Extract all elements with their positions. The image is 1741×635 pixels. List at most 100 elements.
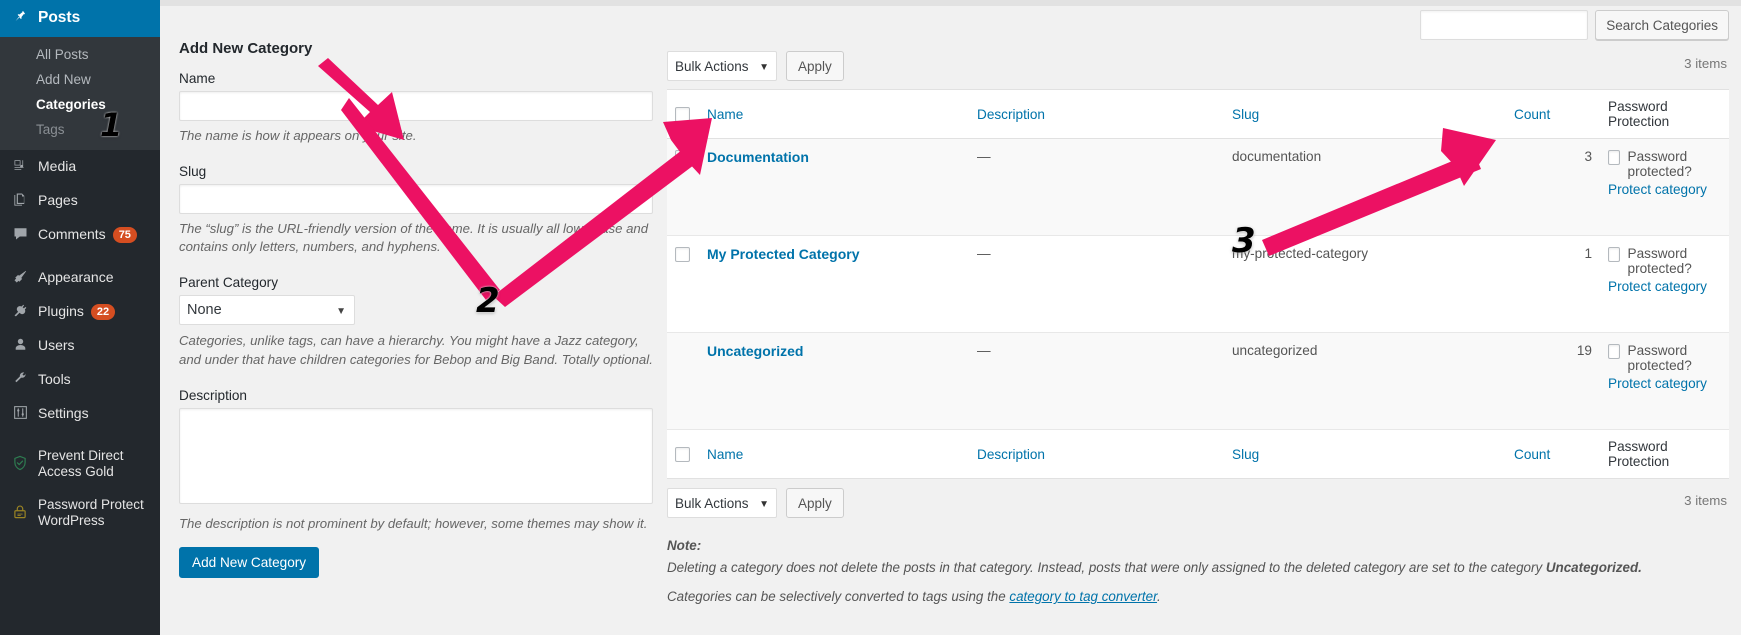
password-protected-row: Password protected? — [1608, 149, 1721, 179]
sidebar-item-password-protect-wordpress[interactable]: Password Protect WordPress — [0, 489, 160, 538]
row-description-cell: — — [969, 138, 1224, 236]
password-protected-checkbox[interactable] — [1608, 344, 1620, 359]
password-protected-checkbox[interactable] — [1608, 150, 1620, 165]
sidebar-item-label: Appearance — [38, 269, 114, 286]
note-line-2: Categories can be selectively converted … — [667, 587, 1729, 607]
apply-button-bottom[interactable]: Apply — [786, 488, 844, 518]
top-bar — [160, 0, 1741, 6]
row-name-cell: Uncategorized — [699, 332, 969, 430]
sidebar-item-tools[interactable]: Tools — [0, 363, 160, 397]
column-footer-name[interactable]: Name — [699, 429, 969, 479]
table-header-row: Name Description Slug Count Password Pro… — [667, 89, 1729, 139]
slug-help-text: The “slug” is the URL-friendly version o… — [179, 220, 649, 255]
parent-category-label: Parent Category — [179, 275, 278, 291]
search-categories-button[interactable]: Search Categories — [1595, 10, 1729, 40]
category-to-tag-converter-link[interactable]: category to tag converter — [1009, 589, 1157, 604]
sidebar-item-posts[interactable]: Posts — [0, 0, 168, 37]
tablenav-bottom: Bulk Actions ▼ Apply 3 items — [667, 486, 1729, 520]
sidebar-item-media[interactable]: Media — [0, 150, 160, 184]
row-slug-cell: documentation — [1224, 138, 1506, 236]
sidebar-item-label: Comments — [38, 226, 106, 243]
sidebar-subitem-add-new[interactable]: Add New — [0, 67, 160, 92]
row-count-cell[interactable]: 1 — [1506, 235, 1600, 333]
column-footer-description[interactable]: Description — [969, 429, 1224, 479]
sidebar-item-label: Tools — [38, 371, 71, 388]
table-body: Documentation — documentation 3 Password… — [667, 138, 1729, 430]
pages-icon — [9, 192, 31, 210]
sidebar-subitem-all-posts[interactable]: All Posts — [0, 42, 160, 67]
select-all-checkbox[interactable] — [675, 107, 690, 122]
sidebar-subitem-categories[interactable]: Categories — [0, 92, 160, 117]
column-footer-slug[interactable]: Slug — [1224, 429, 1506, 479]
column-footer-count[interactable]: Count — [1506, 429, 1600, 479]
apply-button-top[interactable]: Apply — [786, 51, 844, 81]
row-select-cell — [667, 138, 699, 236]
password-protected-row: Password protected? — [1608, 343, 1721, 373]
description-help-text: The description is not prominent by defa… — [179, 515, 648, 531]
column-header-count[interactable]: Count — [1506, 89, 1600, 139]
sidebar-item-label: Users — [38, 337, 75, 354]
note-line-1: Deleting a category does not delete the … — [667, 558, 1729, 578]
column-header-description[interactable]: Description — [969, 89, 1224, 139]
description-textarea[interactable] — [179, 407, 653, 504]
plugins-icon — [9, 303, 31, 321]
sidebar-item-settings[interactable]: Settings — [0, 397, 160, 431]
protect-category-link[interactable]: Protect category — [1608, 279, 1721, 294]
table-row: Documentation — documentation 3 Password… — [667, 138, 1729, 236]
appearance-icon — [9, 269, 31, 287]
select-all-header — [667, 89, 699, 139]
sidebar-item-label: Pages — [38, 192, 78, 209]
sidebar-item-plugins[interactable]: Plugins 22 — [0, 295, 160, 329]
row-select-cell — [667, 332, 699, 430]
users-icon — [9, 337, 31, 355]
row-name-cell: My Protected Category — [699, 235, 969, 333]
category-name-link[interactable]: Uncategorized — [707, 343, 803, 359]
select-all-footer — [667, 429, 699, 479]
add-category-form: Add New Category Name The name is how it… — [179, 40, 653, 579]
row-count-cell[interactable]: 3 — [1506, 138, 1600, 236]
bulk-actions-wrap-top: Bulk Actions ▼ — [667, 51, 777, 81]
row-description-cell: — — [969, 332, 1224, 430]
shield-check-icon — [9, 455, 31, 474]
row-count-cell[interactable]: 19 — [1506, 332, 1600, 430]
sidebar-item-prevent-direct-access-gold[interactable]: Prevent Direct Access Gold — [0, 440, 160, 489]
add-new-category-button[interactable]: Add New Category — [179, 547, 320, 579]
posts-submenu: All Posts Add New Categories Tags — [0, 36, 160, 150]
row-description-cell: — — [969, 235, 1224, 333]
row-checkbox[interactable] — [675, 150, 690, 165]
bulk-actions-select-bottom[interactable]: Bulk Actions — [667, 488, 777, 518]
media-icon — [9, 158, 31, 176]
sidebar-subitem-tags[interactable]: Tags — [0, 117, 160, 142]
slug-input[interactable] — [179, 183, 653, 214]
form-title: Add New Category — [179, 40, 313, 57]
column-header-name[interactable]: Name — [699, 89, 969, 139]
categories-table: Name Description Slug Count Password Pro… — [667, 89, 1729, 479]
slug-label: Slug — [179, 163, 207, 179]
select-all-checkbox-footer[interactable] — [675, 447, 690, 462]
password-protected-label: Password protected? — [1627, 149, 1692, 179]
sidebar-item-appearance[interactable]: Appearance — [0, 261, 160, 295]
parent-category-select[interactable]: None — [179, 295, 355, 326]
name-input[interactable] — [179, 91, 653, 121]
row-password-protection-cell: Password protected? Protect category — [1600, 138, 1729, 236]
items-count-top: 3 items — [1684, 56, 1727, 71]
category-name-link[interactable]: My Protected Category — [707, 246, 859, 262]
row-checkbox[interactable] — [675, 247, 690, 262]
sidebar-item-users[interactable]: Users — [0, 329, 160, 363]
sidebar-item-pages[interactable]: Pages — [0, 184, 160, 218]
protect-category-link[interactable]: Protect category — [1608, 376, 1721, 391]
column-header-slug[interactable]: Slug — [1224, 89, 1506, 139]
sidebar-item-label: Media — [38, 158, 77, 175]
search-form: Search Categories — [1420, 10, 1729, 40]
pin-icon — [9, 9, 31, 27]
tablenav-top: Bulk Actions ▼ Apply 3 items — [667, 49, 1729, 83]
row-password-protection-cell: Password protected? Protect category — [1600, 332, 1729, 430]
search-input[interactable] — [1420, 10, 1589, 40]
protect-category-link[interactable]: Protect category — [1608, 182, 1721, 197]
column-footer-password-protection: Password Protection — [1600, 429, 1729, 479]
sidebar-separator — [0, 252, 160, 261]
password-protected-checkbox[interactable] — [1608, 247, 1620, 262]
sidebar-item-comments[interactable]: Comments 75 — [0, 218, 160, 252]
category-name-link[interactable]: Documentation — [707, 149, 809, 165]
bulk-actions-select-top[interactable]: Bulk Actions — [667, 51, 777, 81]
